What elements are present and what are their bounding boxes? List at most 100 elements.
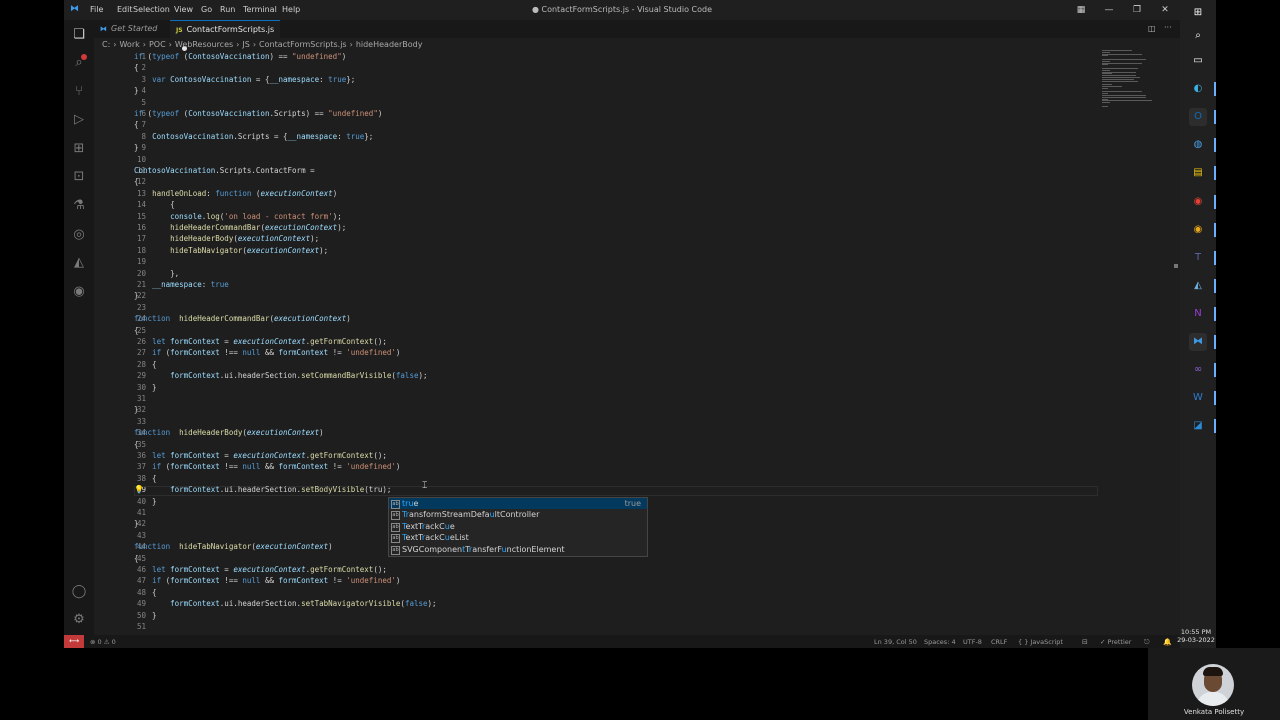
system-clock[interactable]: 10:55 PM 29-03-2022	[1176, 628, 1216, 644]
explorer-icon[interactable]: ❏	[70, 26, 88, 44]
vscode-icon[interactable]: ⧓	[1189, 333, 1207, 351]
docker-icon[interactable]: ◎	[70, 226, 88, 244]
code-line[interactable]: hideHeaderBody(executionContext);	[134, 234, 319, 243]
code-line[interactable]: ContosoVaccination.Scripts.ContactForm =	[134, 166, 315, 175]
more-actions-icon[interactable]: ···	[1164, 23, 1172, 32]
code-line[interactable]: function hideHeaderBody(executionContext…	[134, 428, 324, 437]
code-line[interactable]: let formContext = executionContext.getFo…	[134, 451, 387, 460]
code-line[interactable]: console.log('on load - contact form');	[134, 212, 342, 221]
feedback-icon[interactable]: ⎋	[1144, 638, 1150, 647]
split-editor-icon[interactable]: ◫	[1148, 24, 1156, 33]
formatting-icon[interactable]: ⊟	[1082, 638, 1088, 646]
encoding[interactable]: UTF-8	[963, 638, 982, 646]
code-line[interactable]: formContext.ui.headerSection.setTabNavig…	[134, 599, 436, 608]
github-icon[interactable]: ◉	[70, 283, 88, 301]
code-line[interactable]: hideTabNavigator(executionContext);	[134, 246, 328, 255]
code-line[interactable]: ContosoVaccination.Scripts = {__namespac…	[134, 132, 373, 141]
layout-icon[interactable]: ▦	[1074, 3, 1088, 17]
code-line[interactable]: {	[134, 554, 139, 563]
code-line[interactable]: if (formContext !== null && formContext …	[134, 576, 400, 585]
suggestion-item[interactable]: ab SVGComponentTransferFunctionElement	[389, 544, 647, 555]
breadcrumb-item[interactable]: C:	[102, 40, 110, 49]
code-line[interactable]: __namespace: true	[134, 280, 229, 289]
people-icon[interactable]: ◍	[1189, 136, 1207, 154]
code-line[interactable]: {	[134, 63, 139, 72]
tab-get-started[interactable]: ⧓ Get Started	[94, 20, 180, 38]
azure-icon[interactable]: ◭	[1189, 277, 1207, 295]
language-mode[interactable]: { } JavaScript	[1018, 638, 1063, 646]
code-line[interactable]: {	[134, 360, 157, 369]
code-line[interactable]: if (typeof (ContosoVaccination) == "unde…	[134, 52, 346, 61]
restore-icon[interactable]: ❐	[1130, 3, 1144, 17]
settings-gear-icon[interactable]: ⚙	[70, 611, 88, 629]
chrome-icon[interactable]: ◉	[1189, 193, 1207, 211]
chrome-canary-icon[interactable]: ◉	[1189, 221, 1207, 239]
account-icon[interactable]: ◯	[70, 583, 88, 601]
code-line[interactable]: }	[134, 405, 139, 414]
code-line[interactable]: var ContosoVaccination = {__namespace: t…	[134, 75, 355, 84]
prettier-status[interactable]: ✓ Prettier	[1100, 638, 1131, 646]
code-line[interactable]: function hideTabNavigator(executionConte…	[134, 542, 333, 551]
code-line[interactable]: formContext.ui.headerSection.setCommandB…	[134, 371, 427, 380]
code-line[interactable]: }	[134, 143, 139, 152]
onenote-icon[interactable]: N	[1189, 305, 1207, 323]
code-line[interactable]: {	[134, 326, 139, 335]
breadcrumb-item[interactable]: Work	[119, 40, 139, 49]
word-icon[interactable]: W	[1189, 389, 1207, 407]
code-line[interactable]: }	[134, 86, 139, 95]
code-line[interactable]: {	[134, 200, 175, 209]
visual-studio-icon[interactable]: ∞	[1189, 361, 1207, 379]
code-line[interactable]: let formContext = executionContext.getFo…	[134, 565, 387, 574]
code-line[interactable]: formContext.ui.headerSection.setBodyVisi…	[134, 485, 391, 494]
code-line[interactable]: if (formContext !== null && formContext …	[134, 462, 400, 471]
suggestion-item[interactable]: ab TextTrackCueList	[389, 532, 647, 544]
breadcrumb-item[interactable]: JS	[242, 40, 249, 49]
code-line[interactable]: }	[134, 497, 157, 506]
task-view-icon[interactable]: ▭	[1189, 52, 1207, 70]
lightbulb-icon[interactable]: 💡	[134, 485, 144, 494]
source-control-icon[interactable]: ⑂	[70, 83, 88, 101]
remote-explorer-icon[interactable]: ⊡	[70, 168, 88, 186]
breadcrumb-item[interactable]: POC	[149, 40, 166, 49]
edge-icon[interactable]: ◐	[1189, 80, 1207, 98]
minimap[interactable]	[1100, 50, 1174, 110]
code-line[interactable]: },	[134, 269, 179, 278]
code-line[interactable]: }	[134, 291, 139, 300]
search-icon[interactable]: ⌕	[70, 54, 88, 72]
outlook-icon[interactable]: O	[1189, 108, 1207, 126]
code-line[interactable]: }	[134, 611, 157, 620]
azure-icon[interactable]: ◭	[70, 254, 88, 272]
notifications-icon[interactable]: 🔔	[1163, 638, 1172, 646]
teams-icon[interactable]: T	[1189, 249, 1207, 267]
minimize-icon[interactable]: —	[1102, 3, 1116, 17]
testing-icon[interactable]: ⚗	[70, 197, 88, 215]
code-line[interactable]: handleOnLoad: function (executionContext…	[134, 189, 337, 198]
run-debug-icon[interactable]: ▷	[70, 111, 88, 129]
code-line[interactable]: }	[134, 383, 157, 392]
code-line[interactable]: {	[134, 588, 157, 597]
breadcrumb-item[interactable]: ContactFormScripts.js	[259, 40, 347, 49]
search-icon[interactable]: ⌕	[1189, 27, 1207, 45]
code-line[interactable]: {	[134, 474, 157, 483]
end-of-line[interactable]: CRLF	[991, 638, 1007, 646]
code-line[interactable]: {	[134, 177, 139, 186]
code-line[interactable]: function hideHeaderCommandBar(executionC…	[134, 314, 351, 323]
code-line[interactable]: if (formContext !== null && formContext …	[134, 348, 400, 357]
indentation[interactable]: Spaces: 4	[924, 638, 956, 646]
code-line[interactable]: hideHeaderCommandBar(executionContext);	[134, 223, 346, 232]
close-icon[interactable]: ✕	[1158, 3, 1172, 17]
photos-icon[interactable]: ◪	[1189, 417, 1207, 435]
sticky-notes-icon[interactable]: ▤	[1189, 164, 1207, 182]
windows-icon[interactable]: ⊞	[1189, 4, 1207, 22]
code-line[interactable]: {	[134, 440, 139, 449]
suggestion-item[interactable]: ab TextTrackCue	[389, 521, 647, 532]
problems-count[interactable]: ⊗ 0 ⚠ 0	[90, 638, 116, 646]
code-line[interactable]: if (typeof (ContosoVaccination.Scripts) …	[134, 109, 382, 118]
breadcrumb-item[interactable]: hideHeaderBody	[356, 40, 423, 49]
suggestion-item[interactable]: ab TransformStreamDefaultController	[389, 509, 647, 521]
extensions-icon[interactable]: ⊞	[70, 140, 88, 158]
scrollbar-thumb[interactable]	[1174, 264, 1178, 268]
suggestion-item[interactable]: ab true true	[389, 498, 647, 509]
remote-indicator-icon[interactable]: ⟷	[64, 635, 84, 648]
code-line[interactable]: }	[134, 519, 139, 528]
